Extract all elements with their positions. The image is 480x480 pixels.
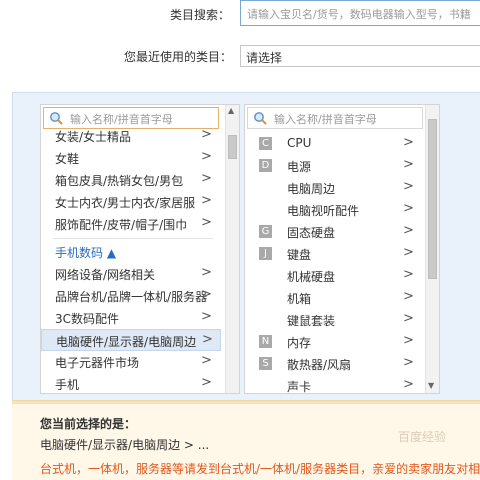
chevron-right-icon: > xyxy=(403,201,414,216)
category-search-input[interactable]: 请输入宝贝名/货号，数码电器输入型号，书籍 xyxy=(240,0,480,26)
list-item[interactable]: D 电源 > xyxy=(245,155,425,177)
list-item[interactable]: 电脑周边 > xyxy=(245,177,425,199)
chevron-right-icon: > xyxy=(201,265,212,280)
category-column-level1: 女装/女士精品 > 女鞋 > 箱包皮具/热销女包/男包 > 女士内衣/男士内衣/… xyxy=(40,104,240,394)
selection-note: 台式机，一体机，服务器等请发到台式机/一体机/服务器类目，亲爱的卖家朋友对相 xyxy=(40,462,480,476)
chevron-right-icon: > xyxy=(403,377,414,392)
list-item-label: 女鞋 xyxy=(55,152,80,166)
search-icon xyxy=(254,112,267,125)
level1-search-input[interactable]: 输入名称/拼音首字母 xyxy=(43,107,219,129)
list-item-label: 键鼠套装 xyxy=(287,314,336,328)
list-item[interactable]: 机箱 > xyxy=(245,287,425,309)
chevron-right-icon: > xyxy=(403,157,414,172)
letter-index-badge: J xyxy=(259,247,272,260)
list-item-label: 电源 xyxy=(287,160,312,174)
chevron-right-icon: > xyxy=(201,171,212,186)
letter-index-badge: N xyxy=(259,335,272,348)
selection-summary: 您当前选择的是： 电脑硬件/显示器/电脑周边 > ... 百度经验 台式机，一体… xyxy=(12,400,480,480)
list-item-label: 机械硬盘 xyxy=(287,270,336,284)
chevron-right-icon: > xyxy=(403,245,414,260)
list-item[interactable]: S 散热器/风扇 > xyxy=(245,353,425,375)
chevron-right-icon: > xyxy=(403,223,414,238)
list-item-label: 服饰配件/皮带/帽子/围巾 xyxy=(55,218,188,232)
list-item[interactable]: 女士内衣/男士内衣/家居服 > xyxy=(41,191,221,213)
list-item[interactable]: 电脑视听配件 > xyxy=(245,199,425,221)
chevron-right-icon: > xyxy=(403,179,414,194)
scroll-down-icon[interactable]: ▼ xyxy=(428,381,434,390)
level2-scrollbar[interactable]: ▼ xyxy=(425,105,439,393)
list-item[interactable]: 3C数码配件 > xyxy=(41,307,221,329)
letter-index-badge: C xyxy=(259,137,272,150)
list-item-label: 手机 xyxy=(55,378,80,392)
summary-top-bar xyxy=(12,401,480,404)
chevron-right-icon: > xyxy=(201,127,212,142)
chevron-right-icon: > xyxy=(403,267,414,282)
chevron-right-icon: > xyxy=(201,149,212,164)
level1-scrollbar[interactable]: ▲ xyxy=(225,105,239,393)
scroll-thumb[interactable] xyxy=(228,135,237,159)
list-item[interactable]: 箱包皮具/热销女包/男包 > xyxy=(41,169,221,191)
letter-index-badge: D xyxy=(259,159,272,172)
list-item[interactable]: G 固态硬盘 > xyxy=(245,221,425,243)
list-item-label: 键盘 xyxy=(287,248,312,262)
list-item-label: 网络设备/网络相关 xyxy=(55,268,156,282)
chevron-right-icon: > xyxy=(403,311,414,326)
recent-category-label: 您最近使用的类目： xyxy=(124,50,233,64)
chevron-right-icon: > xyxy=(201,215,212,230)
list-item[interactable]: 电子元器件市场 > xyxy=(41,351,221,373)
category-column-level2: C CPU > D 电源 > 电脑周边 > 电脑视听配件 > G 固态硬盘 > … xyxy=(244,104,440,394)
group-header-mobile-digital[interactable]: 手机数码 ▲ xyxy=(41,241,221,263)
chevron-right-icon: > xyxy=(403,355,414,370)
chevron-right-icon: > xyxy=(403,333,414,348)
list-item[interactable]: 服饰配件/皮带/帽子/围巾 > xyxy=(41,213,221,235)
letter-index-badge: G xyxy=(259,225,272,238)
list-item-label: 机箱 xyxy=(287,292,312,306)
search-icon xyxy=(50,112,63,125)
watermark-text: 百度经验 xyxy=(398,430,447,444)
list-item[interactable]: 键鼠套装 > xyxy=(245,309,425,331)
scroll-thumb[interactable] xyxy=(428,119,437,279)
list-item-label: 电子元器件市场 xyxy=(55,356,140,370)
list-item[interactable]: C CPU > xyxy=(245,133,425,155)
chevron-right-icon: > xyxy=(201,309,212,324)
list-item-label: 女士内衣/男士内衣/家居服 xyxy=(55,196,196,210)
list-item-label: CPU xyxy=(287,136,312,150)
list-item-label: 电脑周边 xyxy=(287,182,336,196)
chevron-right-icon: > xyxy=(403,135,414,150)
chevron-right-icon: > xyxy=(201,287,212,302)
list-item-label: 品牌台机/品牌一体机/服务器 xyxy=(55,290,208,304)
list-item[interactable]: 机械硬盘 > xyxy=(245,265,425,287)
level2-search-input[interactable]: 输入名称/拼音首字母 xyxy=(247,107,423,129)
list-item[interactable]: 女鞋 > xyxy=(41,147,221,169)
list-item[interactable]: 品牌台机/品牌一体机/服务器 > xyxy=(41,285,221,307)
chevron-right-icon: > xyxy=(201,193,212,208)
letter-index-badge: S xyxy=(259,357,272,370)
group-header-label: 手机数码 ▲ xyxy=(55,246,117,260)
list-item-label: 箱包皮具/热销女包/男包 xyxy=(55,174,184,188)
list-item-label: 3C数码配件 xyxy=(55,312,120,326)
list-item[interactable]: 手机 > xyxy=(41,373,221,393)
scroll-up-icon[interactable]: ▲ xyxy=(228,106,234,115)
list-item[interactable]: N 内存 > xyxy=(245,331,425,353)
list-item-label: 固态硬盘 xyxy=(287,226,336,240)
chevron-right-icon: > xyxy=(403,289,414,304)
selection-path: 电脑硬件/显示器/电脑周边 > ... xyxy=(40,438,210,452)
list-item[interactable]: 网络设备/网络相关 > xyxy=(41,263,221,285)
list-item-selected[interactable]: 电脑硬件/显示器/电脑周边 > xyxy=(41,329,221,351)
category-search-label: 类目搜索： xyxy=(170,8,231,22)
list-item-label: 女装/女士精品 xyxy=(55,130,132,144)
list-item-label: 声卡 xyxy=(287,380,312,394)
list-item-label: 散热器/风扇 xyxy=(287,358,352,372)
chevron-right-icon: > xyxy=(202,332,213,347)
recent-category-select[interactable]: 请选择 xyxy=(240,45,480,67)
group-divider xyxy=(53,238,213,239)
chevron-right-icon: > xyxy=(201,375,212,390)
list-item-label: 内存 xyxy=(287,336,312,350)
list-item-label: 电脑视听配件 xyxy=(287,204,360,218)
list-item-label: 电脑硬件/显示器/电脑周边 xyxy=(56,335,197,349)
chevron-right-icon: > xyxy=(201,353,212,368)
list-item[interactable]: J 键盘 > xyxy=(245,243,425,265)
selection-title: 您当前选择的是： xyxy=(40,417,137,431)
list-item[interactable]: 声卡 > xyxy=(245,375,425,394)
